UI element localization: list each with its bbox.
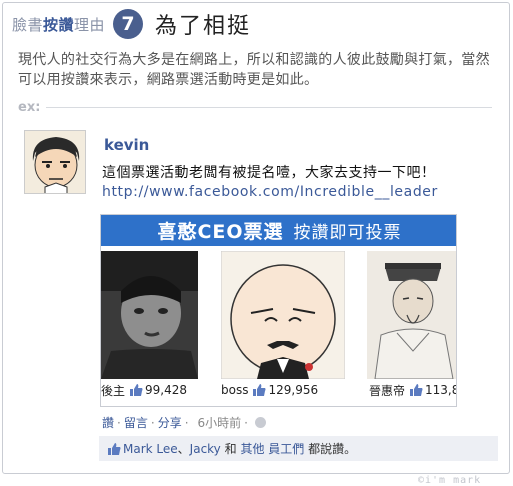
thumbs-up-icon: [108, 442, 121, 455]
comment-link[interactable]: 留言: [124, 416, 148, 430]
candidate-card: boss 129,956: [221, 251, 345, 406]
candidate-photo: [101, 251, 198, 379]
globe-icon: [255, 417, 266, 428]
section-header: 臉書按讚理由 7 為了相挺: [12, 8, 251, 40]
thumbs-up-icon[interactable]: [129, 383, 143, 397]
header-title: 為了相挺: [155, 14, 252, 39]
likes-suffix: 都說讚。: [304, 442, 357, 456]
intro-paragraph: 現代人的社交行為大多是在網路上，所以和認識的人彼此鼓勵與打氣，當然可以用按讚來表…: [18, 52, 490, 88]
post-link[interactable]: http://www.facebook.com/Incredible__lead…: [102, 184, 438, 200]
boss-cartoon-icon: [221, 251, 345, 379]
candidate-card: 後主 99,428: [101, 251, 199, 406]
liker-name[interactable]: Mark Lee: [123, 442, 178, 456]
poll-banner-subtitle: 按讚即可投票: [293, 223, 402, 243]
poll-image[interactable]: 喜憨CEO票選 按讚即可投票 後主 99,428 boss 129,956 晉惠…: [100, 214, 457, 407]
share-link[interactable]: 分享: [158, 416, 182, 430]
candidate-footer: boss 129,956: [221, 381, 318, 399]
person-photo-icon: [101, 251, 198, 379]
candidate-photo: [367, 251, 456, 379]
poll-banner-title: 喜憨CEO票選: [157, 221, 284, 243]
example-divider: ex:: [18, 98, 492, 116]
post-actions: 讚 · 留言 · 分享 · 6小時前 ·: [102, 414, 266, 431]
candidate-name: 後主: [101, 383, 126, 398]
poll-banner: 喜憨CEO票選 按讚即可投票: [101, 215, 456, 246]
thumbs-up-icon[interactable]: [252, 383, 266, 397]
post-text: 這個票選活動老闆有被提名噎，大家去支持一下吧！: [102, 165, 436, 181]
header-prefix: 臉書按讚理由: [12, 15, 106, 34]
vote-count: 99,428: [145, 383, 188, 397]
candidate-name: boss: [221, 383, 249, 397]
candidate-name: 晉惠帝: [369, 383, 406, 398]
divider-line: [46, 106, 492, 108]
candidate-footer: 後主 99,428: [101, 381, 187, 399]
example-label: ex:: [18, 99, 41, 115]
post-time[interactable]: 6小時前: [198, 416, 242, 430]
liker-name[interactable]: Jacky: [190, 442, 221, 456]
vote-count: 129,956: [268, 383, 319, 397]
other-likers-link[interactable]: 其他 員工們: [240, 440, 304, 457]
author-avatar[interactable]: [24, 130, 86, 194]
number-badge: 7: [113, 9, 144, 39]
likers-and: 和: [220, 442, 241, 456]
likers-separator: 、: [177, 442, 190, 456]
candidate-card: 晉惠帝 113,8: [367, 251, 457, 406]
thumbs-up-icon[interactable]: [409, 383, 423, 397]
cartoon-face-icon: [25, 131, 85, 193]
candidate-photo: [221, 251, 345, 379]
watermark: ©i'm mark: [418, 475, 482, 486]
vote-count: 113,8: [425, 383, 457, 397]
post-author[interactable]: kevin: [104, 136, 149, 154]
emperor-painting-icon: [367, 251, 456, 379]
likes-bar: Mark Lee 、 Jacky 和 其他 員工們 都說讚。: [99, 436, 498, 461]
candidate-footer: 晉惠帝 113,8: [369, 381, 457, 399]
like-link[interactable]: 讚: [102, 416, 114, 430]
